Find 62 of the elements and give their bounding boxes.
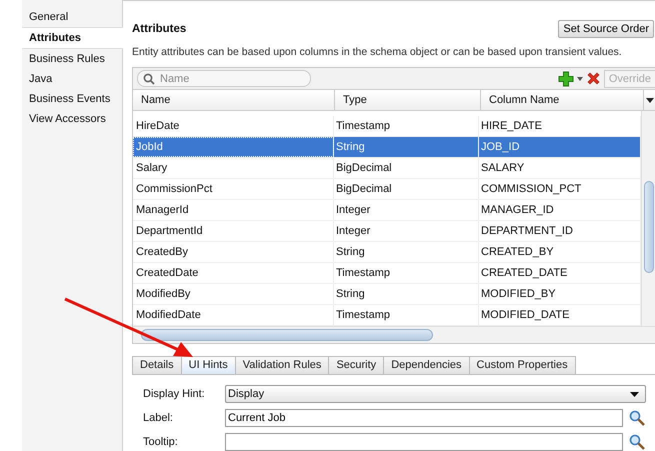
table-cell: Integer <box>334 200 479 220</box>
table-cell: String <box>334 242 479 262</box>
table-row[interactable]: DepartmentId Integer DEPARTMENT_ID <box>133 221 641 242</box>
sidebar-item[interactable]: Business Rules <box>22 49 122 69</box>
field-label: Display Hint: <box>143 388 206 400</box>
table-cell: JobId <box>133 137 334 157</box>
table-cell: Timestamp <box>334 305 479 325</box>
table-row[interactable]: CreatedDate Timestamp CREATED_DATE <box>133 263 641 284</box>
table-cell: CommissionPct <box>133 179 334 199</box>
tab[interactable]: Security <box>328 356 384 374</box>
table-cell: CreatedBy <box>133 242 334 262</box>
table-cell: BigDecimal <box>334 179 479 199</box>
field-label: Label: <box>143 412 174 424</box>
sidebar-item[interactable]: Attributes <box>22 27 123 49</box>
column-header[interactable]: Name <box>133 90 335 110</box>
tab[interactable]: UI Hints <box>180 356 236 374</box>
vertical-scrollbar[interactable] <box>641 111 655 326</box>
table-cell: String <box>334 137 479 157</box>
tab[interactable]: Validation Rules <box>234 356 330 374</box>
tab[interactable]: Custom Properties <box>468 356 576 374</box>
table-cell: BigDecimal <box>334 158 479 178</box>
text-field[interactable] <box>225 433 623 451</box>
table-cell: CreatedDate <box>133 263 334 283</box>
tab[interactable]: Details <box>132 356 182 374</box>
table-cell: DepartmentId <box>133 221 334 241</box>
panel-description: Entity attributes can be based upon columns in the schema object or can be based upon transient values. <box>132 46 623 58</box>
sidebar-item[interactable]: Java <box>22 69 122 89</box>
add-icon[interactable] <box>558 70 574 86</box>
search-field[interactable]: Name <box>137 70 311 87</box>
search-icon[interactable] <box>629 410 645 426</box>
search-icon[interactable] <box>629 434 645 450</box>
table-row[interactable]: CreatedBy String CREATED_BY <box>133 242 641 263</box>
display-hint-dropdown[interactable]: Display <box>225 385 646 403</box>
set-source-order-button[interactable]: Set Source Order <box>558 20 654 38</box>
text-field[interactable]: Current Job <box>225 409 623 427</box>
panel-title: Attributes <box>132 23 186 35</box>
table-cell: ModifiedBy <box>133 284 334 304</box>
table-cell: ModifiedDate <box>133 305 334 325</box>
column-header[interactable]: Type <box>335 90 481 110</box>
tab[interactable]: Dependencies <box>383 356 470 374</box>
table-cell: Timestamp <box>334 116 479 136</box>
table-row[interactable]: Salary BigDecimal SALARY <box>133 158 641 179</box>
table-cell: Integer <box>334 221 479 241</box>
table-cell: Timestamp <box>334 263 479 283</box>
sidebar-item[interactable]: View Accessors <box>22 109 122 129</box>
column-header[interactable]: Column Name <box>481 90 644 110</box>
table-cell: Salary <box>133 158 334 178</box>
caret-icon <box>630 392 639 396</box>
horizontal-scrollbar[interactable] <box>133 326 655 343</box>
field-label: Tooltip: <box>143 436 179 448</box>
table-row[interactable]: JobId String JOB_ID <box>133 137 641 158</box>
caret-icon <box>646 98 654 102</box>
delete-icon[interactable] <box>586 71 601 86</box>
table-row[interactable]: ManagerId Integer MANAGER_ID <box>133 200 641 221</box>
caret-icon[interactable] <box>576 76 583 80</box>
table-cell: ManagerId <box>133 200 334 220</box>
table-row[interactable]: ModifiedBy String MODIFIED_BY <box>133 284 641 305</box>
table-row[interactable]: CommissionPct BigDecimal COMMISSION_PCT <box>133 179 641 200</box>
sidebar-item[interactable]: General <box>22 7 122 27</box>
table-cell: HireDate <box>133 116 334 136</box>
table-cell: String <box>334 284 479 304</box>
sidebar-item[interactable]: Business Events <box>22 89 122 109</box>
